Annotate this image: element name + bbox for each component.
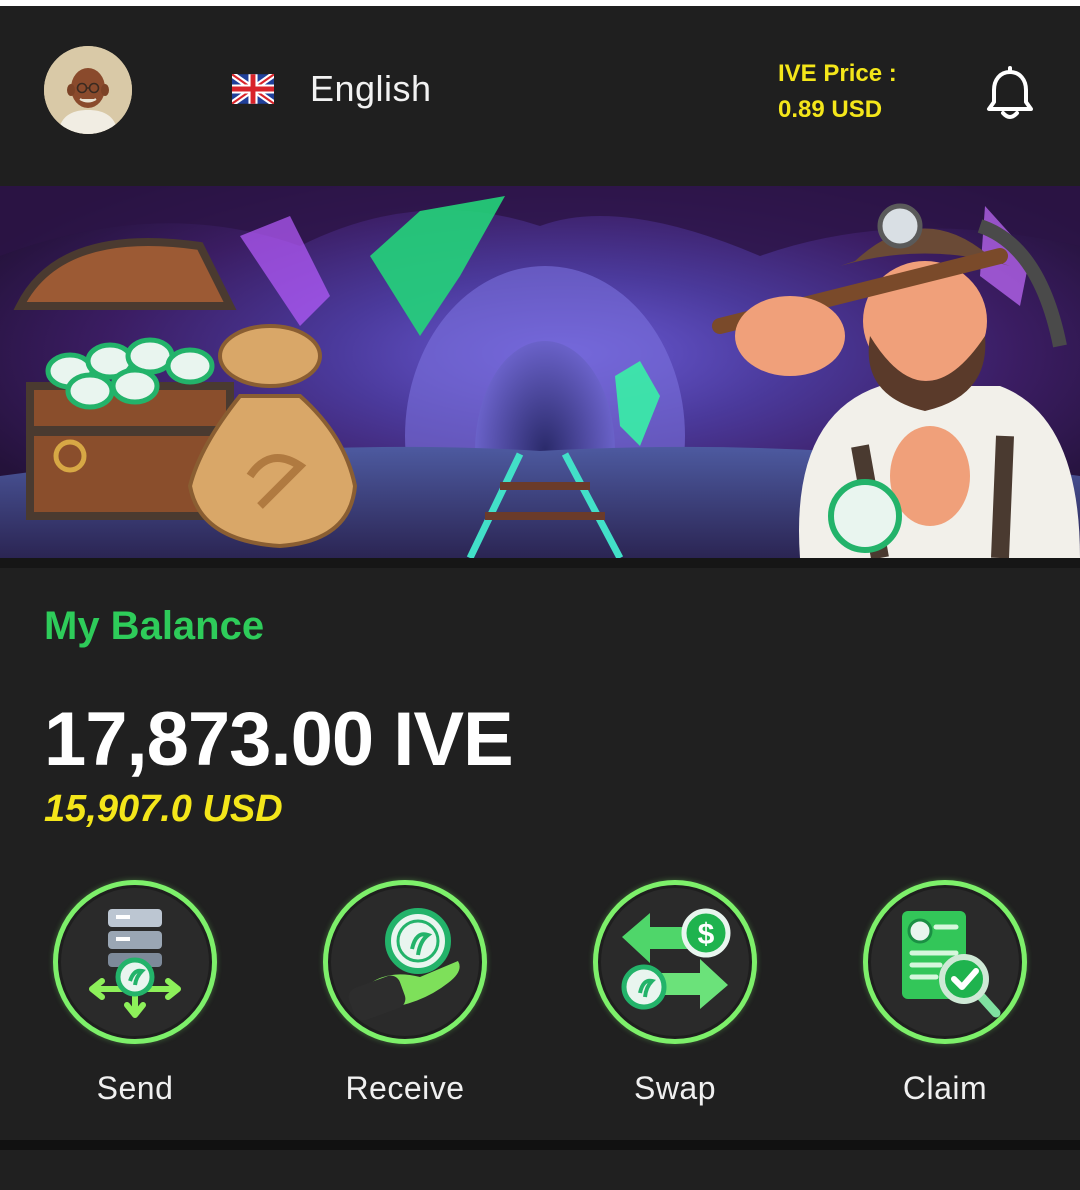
swap-icon: $ (621, 908, 731, 1010)
section-divider (0, 1140, 1080, 1150)
promo-banner[interactable] (0, 186, 1080, 558)
send-button[interactable]: Send (35, 880, 235, 1120)
app-root: English IVE Price : 0.89 USD My Balance … (0, 0, 1080, 1190)
top-header: English IVE Price : 0.89 USD (0, 6, 1080, 186)
balance-panel: My Balance 17,873.00 IVE 15,907.0 USD Se… (0, 568, 1080, 1140)
user-avatar[interactable] (44, 46, 132, 134)
claim-ring (863, 880, 1027, 1044)
swap-ring: $ (593, 880, 757, 1044)
balance-usd: 15,907.0 USD (44, 788, 283, 830)
svg-text:$: $ (698, 918, 715, 951)
price-value: 0.89 USD (778, 96, 883, 123)
language-selector[interactable]: English (232, 64, 432, 114)
balance-amount: 17,873.00 IVE (44, 697, 514, 782)
swap-button[interactable]: $ Swap (575, 880, 775, 1120)
claim-button[interactable]: Claim (845, 880, 1045, 1120)
claim-label: Claim (902, 1070, 988, 1106)
price-label: IVE Price : (778, 60, 897, 87)
mine-illustration (0, 186, 1080, 558)
language-label: English (310, 68, 432, 109)
ive-price: IVE Price : 0.89 USD (778, 56, 897, 128)
next-section (0, 1150, 1080, 1190)
wallet-actions: Send Receive $ Swap Claim (0, 880, 1080, 1120)
uk-flag-icon (232, 74, 274, 104)
bell-icon[interactable] (984, 66, 1036, 122)
claim-icon (902, 911, 1001, 1018)
avatar-illustration (44, 46, 132, 134)
send-icon (89, 909, 181, 1018)
receive-label: Receive (345, 1070, 465, 1106)
balance-title: My Balance (44, 604, 265, 648)
bell-glyph (987, 66, 1033, 119)
send-ring (53, 880, 217, 1044)
swap-label: Swap (633, 1070, 717, 1106)
receive-icon (348, 908, 460, 1021)
receive-ring (323, 880, 487, 1044)
send-label: Send (96, 1070, 174, 1106)
receive-button[interactable]: Receive (305, 880, 505, 1120)
